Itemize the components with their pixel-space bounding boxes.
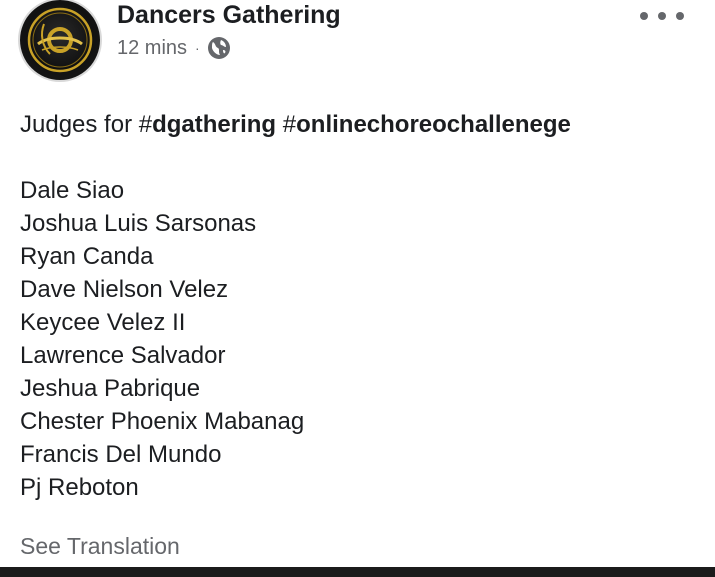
- judge-name: Joshua Luis Sarsonas: [20, 210, 257, 237]
- globe-icon[interactable]: [207, 36, 231, 60]
- judge-name: Francis Del Mundo: [20, 441, 222, 468]
- judge-name: Chester Phoenix Mabanag: [20, 408, 305, 435]
- bottom-bar: [0, 567, 715, 577]
- dgathering-logo-icon: [27, 7, 93, 73]
- see-translation-link[interactable]: See Translation: [20, 533, 180, 560]
- judge-name: Ryan Canda: [20, 243, 154, 270]
- hashtag-dgathering[interactable]: #dgathering: [139, 111, 276, 138]
- post-headline: Judges for #dgathering #onlinechoreochal…: [20, 108, 700, 141]
- judge-name: Jeshua Pabrique: [20, 375, 201, 402]
- headline-space: [276, 111, 283, 138]
- judge-name: Keycee Velez II: [20, 309, 186, 336]
- more-dot: [676, 12, 684, 20]
- page-avatar[interactable]: [20, 0, 100, 80]
- page-name-link[interactable]: Dancers Gathering: [117, 1, 341, 30]
- more-dot: [658, 12, 666, 20]
- hash-symbol: #: [282, 111, 297, 138]
- meta-separator: ·: [195, 40, 200, 56]
- judge-name: Pj Reboton: [20, 474, 139, 501]
- judge-name: Lawrence Salvador: [20, 342, 226, 369]
- more-dot: [640, 12, 648, 20]
- judges-list: Dale Siao Joshua Luis Sarsonas Ryan Cand…: [20, 174, 700, 504]
- hash-symbol: #: [138, 111, 153, 138]
- more-options-button[interactable]: [640, 4, 684, 28]
- hashtag-text: onlinechoreochallenege: [296, 111, 571, 138]
- post-card: Dancers Gathering 12 mins · Judges for #…: [0, 0, 715, 577]
- judge-name: Dave Nielson Velez: [20, 276, 229, 303]
- hashtag-text: dgathering: [152, 111, 277, 138]
- hashtag-onlinechoreochallenege[interactable]: #onlinechoreochallenege: [283, 111, 571, 138]
- headline-prefix: Judges for: [20, 111, 139, 138]
- post-meta: 12 mins ·: [117, 36, 231, 60]
- post-text: Judges for #dgathering #onlinechoreochal…: [20, 108, 700, 528]
- post-timestamp[interactable]: 12 mins: [117, 37, 187, 60]
- judge-name: Dale Siao: [20, 177, 125, 204]
